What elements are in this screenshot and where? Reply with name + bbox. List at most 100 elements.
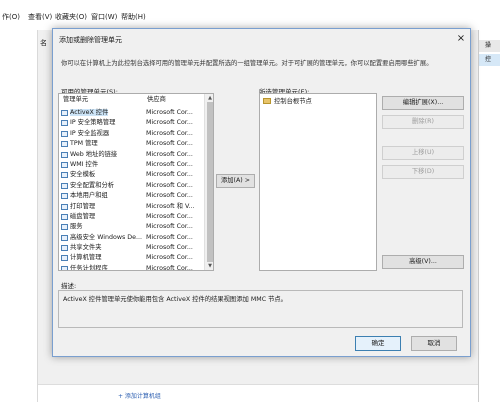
snapin-name: 磁盘管理 (70, 212, 96, 220)
snapin-vendor: Microsoft Cor... (146, 244, 193, 252)
snapin-icon (61, 151, 68, 158)
menu-action[interactable]: 作(O) (2, 12, 20, 22)
actions-pane: 操 控 (478, 30, 500, 402)
table-row[interactable]: 安全模板 Microsoft Cor... (59, 170, 204, 180)
snapin-icon (61, 120, 68, 127)
table-row[interactable]: 安全配置和分析 Microsoft Cor... (59, 181, 204, 191)
snapin-name: 安全模板 (70, 171, 96, 179)
snapin-vendor: Microsoft Cor... (146, 119, 193, 127)
snapin-icon (61, 161, 68, 168)
snapin-vendor: Microsoft Cor... (146, 181, 193, 189)
snapin-icon (61, 265, 68, 270)
snapin-name: 本地用户和组 (70, 192, 108, 200)
snapin-icon (61, 213, 68, 220)
menu-favorites[interactable]: 收藏夹(O) (55, 12, 87, 22)
description-box: ActiveX 控件管理单元使你能用包含 ActiveX 控件的结果视图添加 M… (58, 290, 463, 328)
description-label: 描述: (61, 282, 77, 290)
col-header-snapin[interactable]: 管理单元 (63, 94, 88, 106)
snapin-name: 安全配置和分析 (70, 181, 115, 189)
snapin-icon (61, 224, 68, 231)
snapin-name: IP 安全策略管理 (70, 119, 116, 127)
col-header-vendor[interactable]: 供应商 (147, 94, 166, 106)
snapin-vendor: Microsoft Cor... (146, 264, 193, 271)
status-area: + 添加计算机组 (38, 384, 478, 402)
snapin-icon (61, 130, 68, 137)
scroll-up-icon[interactable]: ▲ (205, 94, 213, 102)
table-row[interactable]: 磁盘管理 Microsoft Cor... (59, 212, 204, 222)
list-item[interactable]: 控制台根节点 (263, 97, 312, 106)
folder-icon (263, 98, 271, 104)
snapin-name: 打印管理 (70, 202, 96, 210)
ok-button[interactable]: 确定 (355, 336, 401, 351)
remove-button[interactable]: 删除(R) (382, 115, 464, 129)
edit-extensions-button[interactable]: 编辑扩展(X)... (382, 96, 464, 110)
console-root-label: 控制台根节点 (274, 98, 312, 105)
scrollbar[interactable]: ▲ ▼ (204, 94, 213, 270)
table-row[interactable]: 本地用户和组 Microsoft Cor... (59, 191, 204, 201)
move-up-button[interactable]: 上移(U) (382, 146, 464, 160)
snapin-name: 高级安全 Windows De... (70, 233, 143, 241)
table-row[interactable]: 任务计划程序 Microsoft Cor... (59, 264, 204, 271)
table-row[interactable]: IP 安全策略管理 Microsoft Cor... (59, 118, 204, 128)
table-row[interactable]: 高级安全 Windows De... Microsoft Cor... (59, 233, 204, 243)
snapin-vendor: Microsoft Cor... (146, 171, 193, 179)
table-row[interactable]: 打印管理 Microsoft 和 V... (59, 202, 204, 212)
menu-bar: 作(O) 查看(V) 收藏夹(O) 窗口(W) 帮助(H) (0, 0, 500, 30)
name-column-header: 名 (40, 39, 47, 47)
snapin-icon (61, 182, 68, 189)
actions-header: 操 (479, 40, 500, 52)
table-row[interactable]: ActiveX 控件 Microsoft Cor... (59, 108, 204, 118)
snapin-vendor: Microsoft Cor... (146, 140, 193, 148)
snapin-vendor: Microsoft Cor... (146, 192, 193, 200)
snapin-name: WMI 控件 (70, 160, 99, 168)
selected-snapins-list[interactable]: 控制台根节点 (259, 93, 377, 271)
description-text: ActiveX 控件管理单元使你能用包含 ActiveX 控件的结果视图添加 M… (63, 296, 287, 303)
table-row[interactable]: 服务 Microsoft Cor... (59, 222, 204, 232)
menu-window[interactable]: 窗口(W) (91, 12, 117, 22)
move-down-button[interactable]: 下移(D) (382, 165, 464, 179)
snapin-name: 计算机管理 (70, 254, 102, 262)
cancel-button[interactable]: 取消 (411, 336, 457, 351)
add-computer-group-link[interactable]: + 添加计算机组 (118, 391, 161, 400)
available-snapins-list[interactable]: 管理单元 供应商 ActiveX 控件 Microsoft Cor... IP 安全… (58, 93, 214, 271)
menu-help[interactable]: 帮助(H) (121, 12, 146, 22)
snapin-vendor: Microsoft Cor... (146, 109, 193, 116)
table-row[interactable]: IP 安全监视器 Microsoft Cor... (59, 129, 204, 139)
actions-section[interactable]: 控 (479, 54, 500, 66)
add-button[interactable]: 添加(A) > (216, 174, 255, 188)
close-icon[interactable]: × (454, 32, 468, 46)
snapin-name: 服务 (70, 223, 83, 231)
snapin-vendor: Microsoft Cor... (146, 223, 193, 231)
snapin-vendor: Microsoft Cor... (146, 212, 193, 220)
console-tree-pane[interactable] (0, 30, 38, 402)
dialog-title: 添加或删除管理单元 (59, 36, 122, 44)
scroll-thumb[interactable] (207, 102, 213, 262)
snapin-icon (61, 141, 68, 148)
snapin-name: 任务计划程序 (70, 264, 108, 271)
snapin-icon (61, 203, 68, 210)
snapin-name: Web 地址的链接 (70, 150, 118, 158)
snapin-name: ActiveX 控件 (70, 109, 109, 116)
table-row[interactable]: Web 地址的链接 Microsoft Cor... (59, 150, 204, 160)
snapin-icon (61, 245, 68, 252)
advanced-button[interactable]: 高级(V)... (382, 255, 464, 269)
snapin-icon (61, 110, 68, 116)
table-row[interactable]: 计算机管理 Microsoft Cor... (59, 253, 204, 263)
table-row[interactable]: WMI 控件 Microsoft Cor... (59, 160, 204, 170)
snapin-name: IP 安全监视器 (70, 129, 110, 137)
add-remove-snapins-dialog: 添加或删除管理单元 × 你可以在计算机上为此控制台选择可用的管理单元并配置所选的… (52, 28, 471, 357)
intro-text: 你可以在计算机上为此控制台选择可用的管理单元并配置所选的一组管理单元。对于可扩展… (61, 60, 433, 67)
snapin-vendor: Microsoft Cor... (146, 150, 193, 158)
snapin-icon (61, 193, 68, 200)
snapin-vendor: Microsoft Cor... (146, 160, 193, 168)
table-row[interactable]: 共享文件夹 Microsoft Cor... (59, 243, 204, 253)
snapin-icon (61, 234, 68, 241)
scroll-down-icon[interactable]: ▼ (205, 262, 213, 270)
snapin-vendor: Microsoft Cor... (146, 233, 193, 241)
snapin-name: TPM 管理 (70, 140, 98, 148)
table-row[interactable]: TPM 管理 Microsoft Cor... (59, 139, 204, 149)
snapin-vendor: Microsoft 和 V... (146, 202, 195, 210)
menu-view[interactable]: 查看(V) (28, 12, 52, 22)
snapin-name: 共享文件夹 (70, 244, 102, 252)
snapin-icon (61, 255, 68, 262)
